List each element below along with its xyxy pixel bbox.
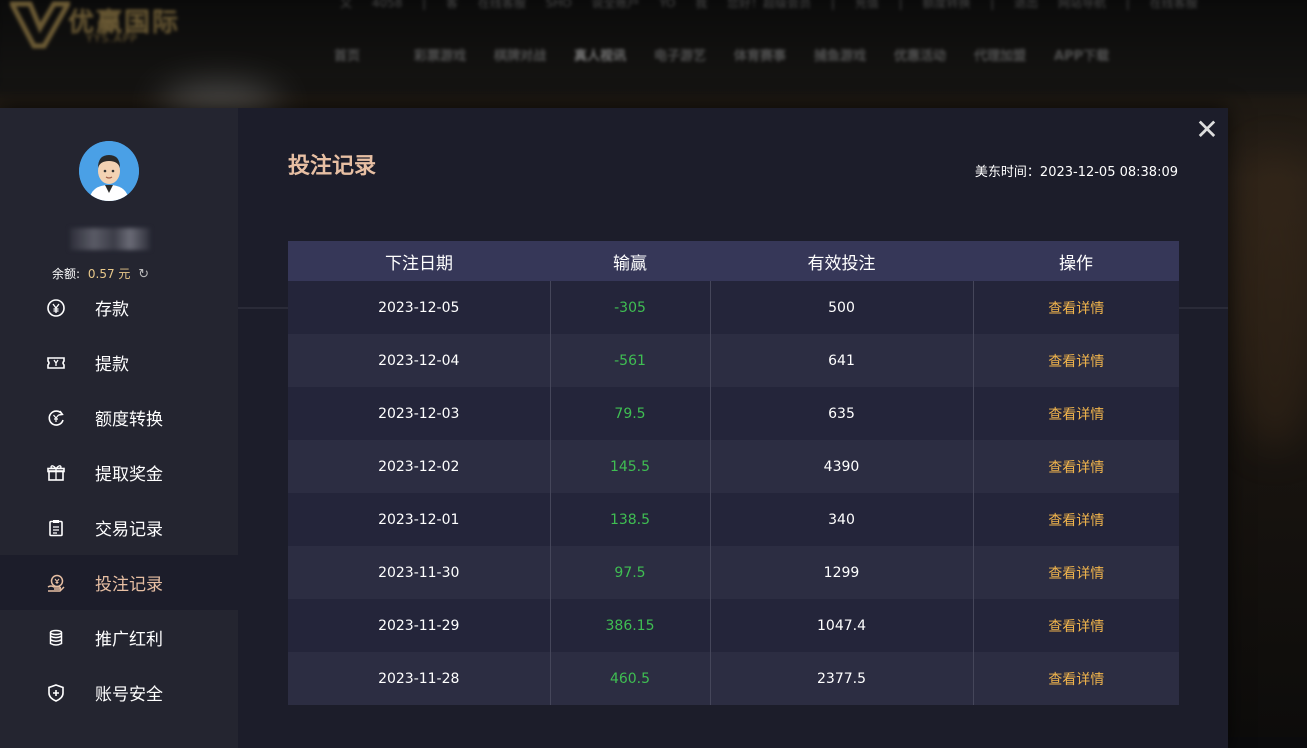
time-label: 美东时间： — [974, 165, 1040, 180]
cell-date: 2023-11-28 — [288, 652, 550, 705]
cell-valid-bet: 340 — [709, 493, 973, 546]
logo-icon — [10, 1, 70, 49]
masked-username — [70, 228, 150, 250]
bet-records-table: 下注日期 输赢 有效投注 操作 2023-12-05 -305 500 查看详情… — [288, 241, 1179, 705]
top-links: 又 4058 | 客 在线客服 SHO 说全账户 YO 我 您好！超级会员 | … — [340, 0, 1198, 10]
sidebar-item-label: 投注记录 — [95, 575, 163, 595]
cell-valid-bet: 4390 — [709, 440, 973, 493]
view-details-link[interactable]: 查看详情 — [972, 387, 1179, 440]
sidebar-item-referral[interactable]: 推广红利 — [0, 610, 238, 665]
sidebar-item-withdraw[interactable]: 提款 — [0, 335, 238, 390]
column-header-winloss: 输赢 — [550, 241, 710, 281]
table-row: 2023-11-28 460.5 2377.5 查看详情 — [288, 652, 1179, 705]
view-details-link[interactable]: 查看详情 — [972, 599, 1179, 652]
cell-winloss: 386.15 — [549, 599, 710, 652]
nav-item-sports[interactable]: 体育赛事 — [734, 45, 814, 64]
coins-stack-icon — [46, 628, 66, 648]
eastern-time: 美东时间：2023-12-05 08:38:09 — [975, 161, 1178, 180]
cell-date: 2023-11-29 — [288, 599, 550, 652]
table-row: 2023-12-03 79.5 635 查看详情 — [288, 387, 1179, 440]
background-header: 优赢国际 YYS.APP 又 4058 | 客 在线客服 SHO 说全账户 YO… — [0, 0, 1307, 90]
table-row: 2023-11-29 386.15 1047.4 查看详情 — [288, 599, 1179, 652]
nav-item-home[interactable]: 首页 — [334, 45, 414, 64]
avatar — [79, 141, 139, 201]
view-details-link[interactable]: 查看详情 — [972, 334, 1179, 387]
logo-subtext: YYS.APP — [86, 32, 138, 45]
cell-valid-bet: 2377.5 — [709, 652, 973, 705]
shield-icon — [46, 683, 66, 703]
view-details-link[interactable]: 查看详情 — [972, 281, 1179, 334]
sidebar-item-label: 额度转换 — [95, 410, 163, 430]
sidebar-item-deposit[interactable]: 存款 — [0, 280, 238, 335]
sidebar-item-security[interactable]: 账号安全 — [0, 665, 238, 720]
sidebar-item-label: 账号安全 — [95, 685, 163, 705]
exchange-icon — [46, 408, 66, 428]
user-avatar-icon — [79, 141, 139, 201]
cell-winloss: 460.5 — [549, 652, 710, 705]
table-row: 2023-12-05 -305 500 查看详情 — [288, 281, 1179, 334]
cell-valid-bet: 635 — [709, 387, 973, 440]
nav-item-lottery[interactable]: 彩票游戏 — [414, 45, 494, 64]
cell-winloss: 79.5 — [549, 387, 710, 440]
view-details-link[interactable]: 查看详情 — [972, 440, 1179, 493]
nav-item-promotions[interactable]: 优惠活动 — [894, 45, 974, 64]
cell-winloss: 138.5 — [549, 493, 710, 546]
cell-date: 2023-12-02 — [288, 440, 550, 493]
page-title: 投注记录 — [288, 154, 377, 179]
nav-item-slots[interactable]: 电子游艺 — [654, 45, 734, 64]
account-sidebar: 余额: 0.57 元 ↻ 存款 提款 额度转换 提取奖金 交易记录 投注记录 推… — [0, 108, 238, 748]
yen-coin-icon — [46, 298, 66, 318]
sidebar-item-label: 提款 — [95, 355, 129, 375]
cell-winloss: -305 — [549, 281, 710, 334]
sidebar-item-bonus[interactable]: 提取奖金 — [0, 445, 238, 500]
cell-date: 2023-12-04 — [288, 334, 550, 387]
view-details-link[interactable]: 查看详情 — [972, 493, 1179, 546]
view-details-link[interactable]: 查看详情 — [972, 652, 1179, 705]
sidebar-item-transfer[interactable]: 额度转换 — [0, 390, 238, 445]
nav-item-live[interactable]: 真人视讯 — [574, 45, 654, 64]
cell-valid-bet: 1047.4 — [709, 599, 973, 652]
nav-item-agent[interactable]: 代理加盟 — [974, 45, 1054, 64]
cell-valid-bet: 500 — [709, 281, 973, 334]
nav-item-chess[interactable]: 棋牌对战 — [494, 45, 574, 64]
balance-label: 余额: — [52, 267, 81, 281]
ticket-icon — [46, 353, 66, 373]
sidebar-item-label: 交易记录 — [95, 520, 163, 540]
table-row: 2023-12-04 -561 641 查看详情 — [288, 334, 1179, 387]
background-glow — [1230, 150, 1307, 450]
sidebar-item-bet-records[interactable]: 投注记录 — [0, 555, 238, 610]
clipboard-icon — [46, 518, 66, 538]
sidebar-item-label: 存款 — [95, 300, 129, 320]
cell-winloss: -561 — [549, 334, 710, 387]
table-header-row: 下注日期 输赢 有效投注 操作 — [288, 241, 1179, 281]
view-details-link[interactable]: 查看详情 — [972, 546, 1179, 599]
column-header-action: 操作 — [973, 241, 1179, 281]
balance-value: 0.57 元 — [87, 267, 131, 281]
cell-date: 2023-12-03 — [288, 387, 550, 440]
sidebar-menu: 存款 提款 额度转换 提取奖金 交易记录 投注记录 推广红利 账号安全 — [0, 280, 238, 720]
time-value: 2023-12-05 08:38:09 — [1039, 165, 1178, 180]
bet-hand-icon — [46, 573, 66, 593]
cell-winloss: 97.5 — [549, 546, 710, 599]
gift-icon — [46, 463, 66, 483]
column-header-date: 下注日期 — [288, 241, 550, 281]
sidebar-item-label: 提取奖金 — [95, 465, 163, 485]
cell-valid-bet: 1299 — [709, 546, 973, 599]
nav-item-app[interactable]: APP下载 — [1054, 45, 1134, 64]
table-row: 2023-12-02 145.5 4390 查看详情 — [288, 440, 1179, 493]
nav-item-fishing[interactable]: 捕鱼游戏 — [814, 45, 894, 64]
table-row: 2023-12-01 138.5 340 查看详情 — [288, 493, 1179, 546]
close-icon[interactable]: ✕ — [1195, 116, 1219, 144]
table-row: 2023-11-30 97.5 1299 查看详情 — [288, 546, 1179, 599]
cell-date: 2023-12-05 — [288, 281, 550, 334]
sidebar-item-label: 推广红利 — [95, 630, 163, 650]
column-header-valid-bet: 有效投注 — [710, 241, 973, 281]
cell-date: 2023-12-01 — [288, 493, 550, 546]
cell-valid-bet: 641 — [709, 334, 973, 387]
cell-date: 2023-11-30 — [288, 546, 550, 599]
cell-winloss: 145.5 — [549, 440, 710, 493]
background-nav: 首页 彩票游戏 棋牌对战 真人视讯 电子游艺 体育赛事 捕鱼游戏 优惠活动 代理… — [334, 45, 1134, 64]
sidebar-item-transactions[interactable]: 交易记录 — [0, 500, 238, 555]
